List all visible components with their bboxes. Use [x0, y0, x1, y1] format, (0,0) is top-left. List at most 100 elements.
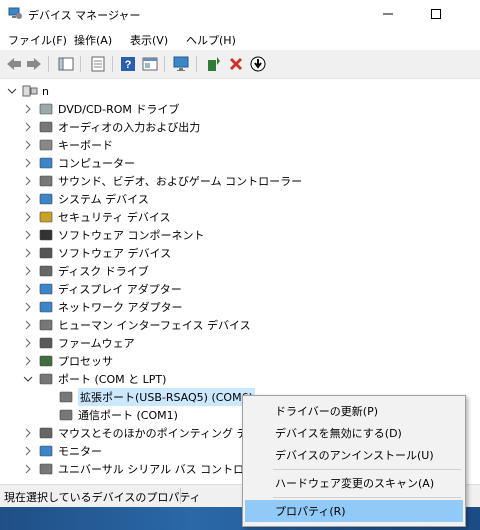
tree-category[interactable]: ユニバーサル シリアル バス コントローラー	[22, 460, 277, 478]
tree-category[interactable]: コンピューター	[22, 154, 135, 172]
update-driver-button[interactable]	[204, 54, 224, 74]
tree-label: コンピューター	[58, 157, 135, 170]
tree-label: システム デバイス	[58, 193, 149, 206]
back-button[interactable]	[4, 54, 24, 74]
device-item[interactable]: 拡張ポート(USB-RSAQ5) (COM6)	[42, 388, 255, 406]
processor-icon	[39, 355, 53, 367]
tree-label: モニター	[58, 445, 102, 458]
menu-update-driver[interactable]: ドライバーの更新(P)	[245, 400, 463, 422]
chevron-right-icon[interactable]	[22, 337, 34, 349]
tree-category[interactable]: サウンド、ビデオ、およびゲーム コントローラー	[22, 172, 302, 190]
firmware-icon	[39, 337, 53, 349]
tree-category[interactable]: キーボード	[22, 136, 113, 154]
monitor-scan-icon	[173, 56, 189, 71]
chevron-right-icon[interactable]	[22, 355, 34, 367]
menu-properties[interactable]: プロパティ(R)	[245, 500, 463, 522]
menu-separator	[273, 469, 461, 470]
chevron-right-icon[interactable]	[22, 265, 34, 277]
menu-uninstall-device[interactable]: デバイスのアンインストール(U)	[245, 444, 463, 466]
chevron-right-icon[interactable]	[22, 301, 34, 313]
tree-label: DVD/CD-ROM ドライブ	[58, 103, 180, 116]
menu-disable-device[interactable]: デバイスを無効にする(D)	[245, 422, 463, 444]
chevron-right-icon[interactable]	[22, 103, 34, 115]
menu-scan-hardware[interactable]: ハードウェア変更のスキャン(A)	[245, 472, 463, 494]
tree-category[interactable]: セキュリティ デバイス	[22, 208, 171, 226]
tree-category[interactable]: ネットワーク アダプター	[22, 298, 183, 316]
window-view-icon	[142, 57, 158, 71]
minimize-button[interactable]	[366, 0, 410, 28]
network-adapter-icon	[39, 301, 53, 313]
status-text: 現在選択しているデバイスのプロパティ	[4, 491, 201, 504]
tree-category[interactable]: ヒューマン インターフェイス デバイス	[22, 316, 251, 334]
chevron-right-icon[interactable]	[22, 175, 34, 187]
tree-label: 拡張ポート(USB-RSAQ5) (COM6)	[78, 388, 255, 406]
menu-separator	[273, 497, 461, 498]
chevron-right-icon[interactable]	[22, 157, 34, 169]
software-device-icon	[39, 247, 53, 259]
forward-arrow-icon	[27, 58, 41, 70]
toolbar: ?	[0, 50, 480, 79]
view-toolbar-button[interactable]	[140, 54, 160, 74]
tree-label: キーボード	[58, 139, 113, 152]
maximize-icon	[431, 9, 441, 19]
tree-label: プロセッサ	[58, 355, 113, 368]
scan-hardware-button[interactable]	[172, 54, 192, 74]
title-bar: デバイス マネージャー	[0, 0, 480, 28]
show-hide-console-button[interactable]	[56, 54, 76, 74]
tree-label: ヒューマン インターフェイス デバイス	[58, 319, 251, 332]
tree-category[interactable]: プロセッサ	[22, 352, 113, 370]
keyboard-icon	[39, 139, 53, 151]
menu-view[interactable]: 表示(V)	[130, 32, 168, 48]
tree-root[interactable]: n	[6, 82, 49, 100]
audio-io-icon	[39, 121, 53, 133]
chevron-right-icon[interactable]	[22, 211, 34, 223]
chevron-right-icon[interactable]	[22, 319, 34, 331]
update-driver-icon	[208, 57, 220, 71]
status-separator	[180, 488, 181, 504]
uninstall-device-button[interactable]	[226, 54, 246, 74]
menu-help[interactable]: ヘルプ(H)	[186, 32, 236, 48]
chevron-down-icon[interactable]	[22, 373, 34, 385]
tree-category[interactable]: ポート (COM と LPT)	[22, 370, 166, 388]
chevron-right-icon[interactable]	[22, 121, 34, 133]
tree-category[interactable]: ディスプレイ アダプター	[22, 280, 182, 298]
software-component-icon	[39, 229, 53, 241]
chevron-right-icon[interactable]	[22, 463, 34, 475]
chevron-right-icon[interactable]	[22, 283, 34, 295]
chevron-right-icon[interactable]	[22, 247, 34, 259]
toolbar-separator	[164, 56, 165, 72]
menu-bar: ファイル(F) 操作(A) 表示(V) ヘルプ(H)	[0, 28, 480, 50]
tree-category[interactable]: ソフトウェア コンポーネント	[22, 226, 205, 244]
chevron-right-icon[interactable]	[22, 445, 34, 457]
chevron-right-icon[interactable]	[22, 193, 34, 205]
monitor-icon	[39, 445, 53, 457]
help-toolbar-button[interactable]: ?	[118, 54, 138, 74]
properties-toolbar-button[interactable]	[88, 54, 108, 74]
chevron-right-icon[interactable]	[22, 229, 34, 241]
toolbar-separator	[196, 56, 197, 72]
menu-action[interactable]: 操作(A)	[74, 32, 112, 48]
tree-category[interactable]: システム デバイス	[22, 190, 149, 208]
chevron-right-icon[interactable]	[22, 427, 34, 439]
toolbar-separator	[48, 56, 49, 72]
tree-category[interactable]: ファームウェア	[22, 334, 135, 352]
chevron-right-icon[interactable]	[22, 139, 34, 151]
tree-category[interactable]: ディスク ドライブ	[22, 262, 149, 280]
chevron-down-icon[interactable]	[6, 85, 18, 97]
forward-button[interactable]	[24, 54, 44, 74]
hid-icon	[39, 319, 53, 331]
tree-label: ソフトウェア デバイス	[58, 247, 172, 260]
tree-category[interactable]: モニター	[22, 442, 102, 460]
disable-device-button[interactable]	[248, 54, 268, 74]
tree-category[interactable]: ソフトウェア デバイス	[22, 244, 171, 262]
maximize-button[interactable]	[414, 0, 458, 28]
tree-category[interactable]: オーディオの入力および出力	[22, 118, 200, 136]
menu-file[interactable]: ファイル(F)	[8, 32, 67, 48]
device-item[interactable]: 通信ポート (COM1)	[42, 406, 178, 424]
disk-drive-icon	[39, 265, 53, 277]
computer-root-icon	[22, 85, 38, 97]
tree-category[interactable]: DVD/CD-ROM ドライブ	[22, 100, 179, 118]
tree-label: セキュリティ デバイス	[58, 211, 171, 224]
usb-controller-icon	[39, 463, 53, 475]
